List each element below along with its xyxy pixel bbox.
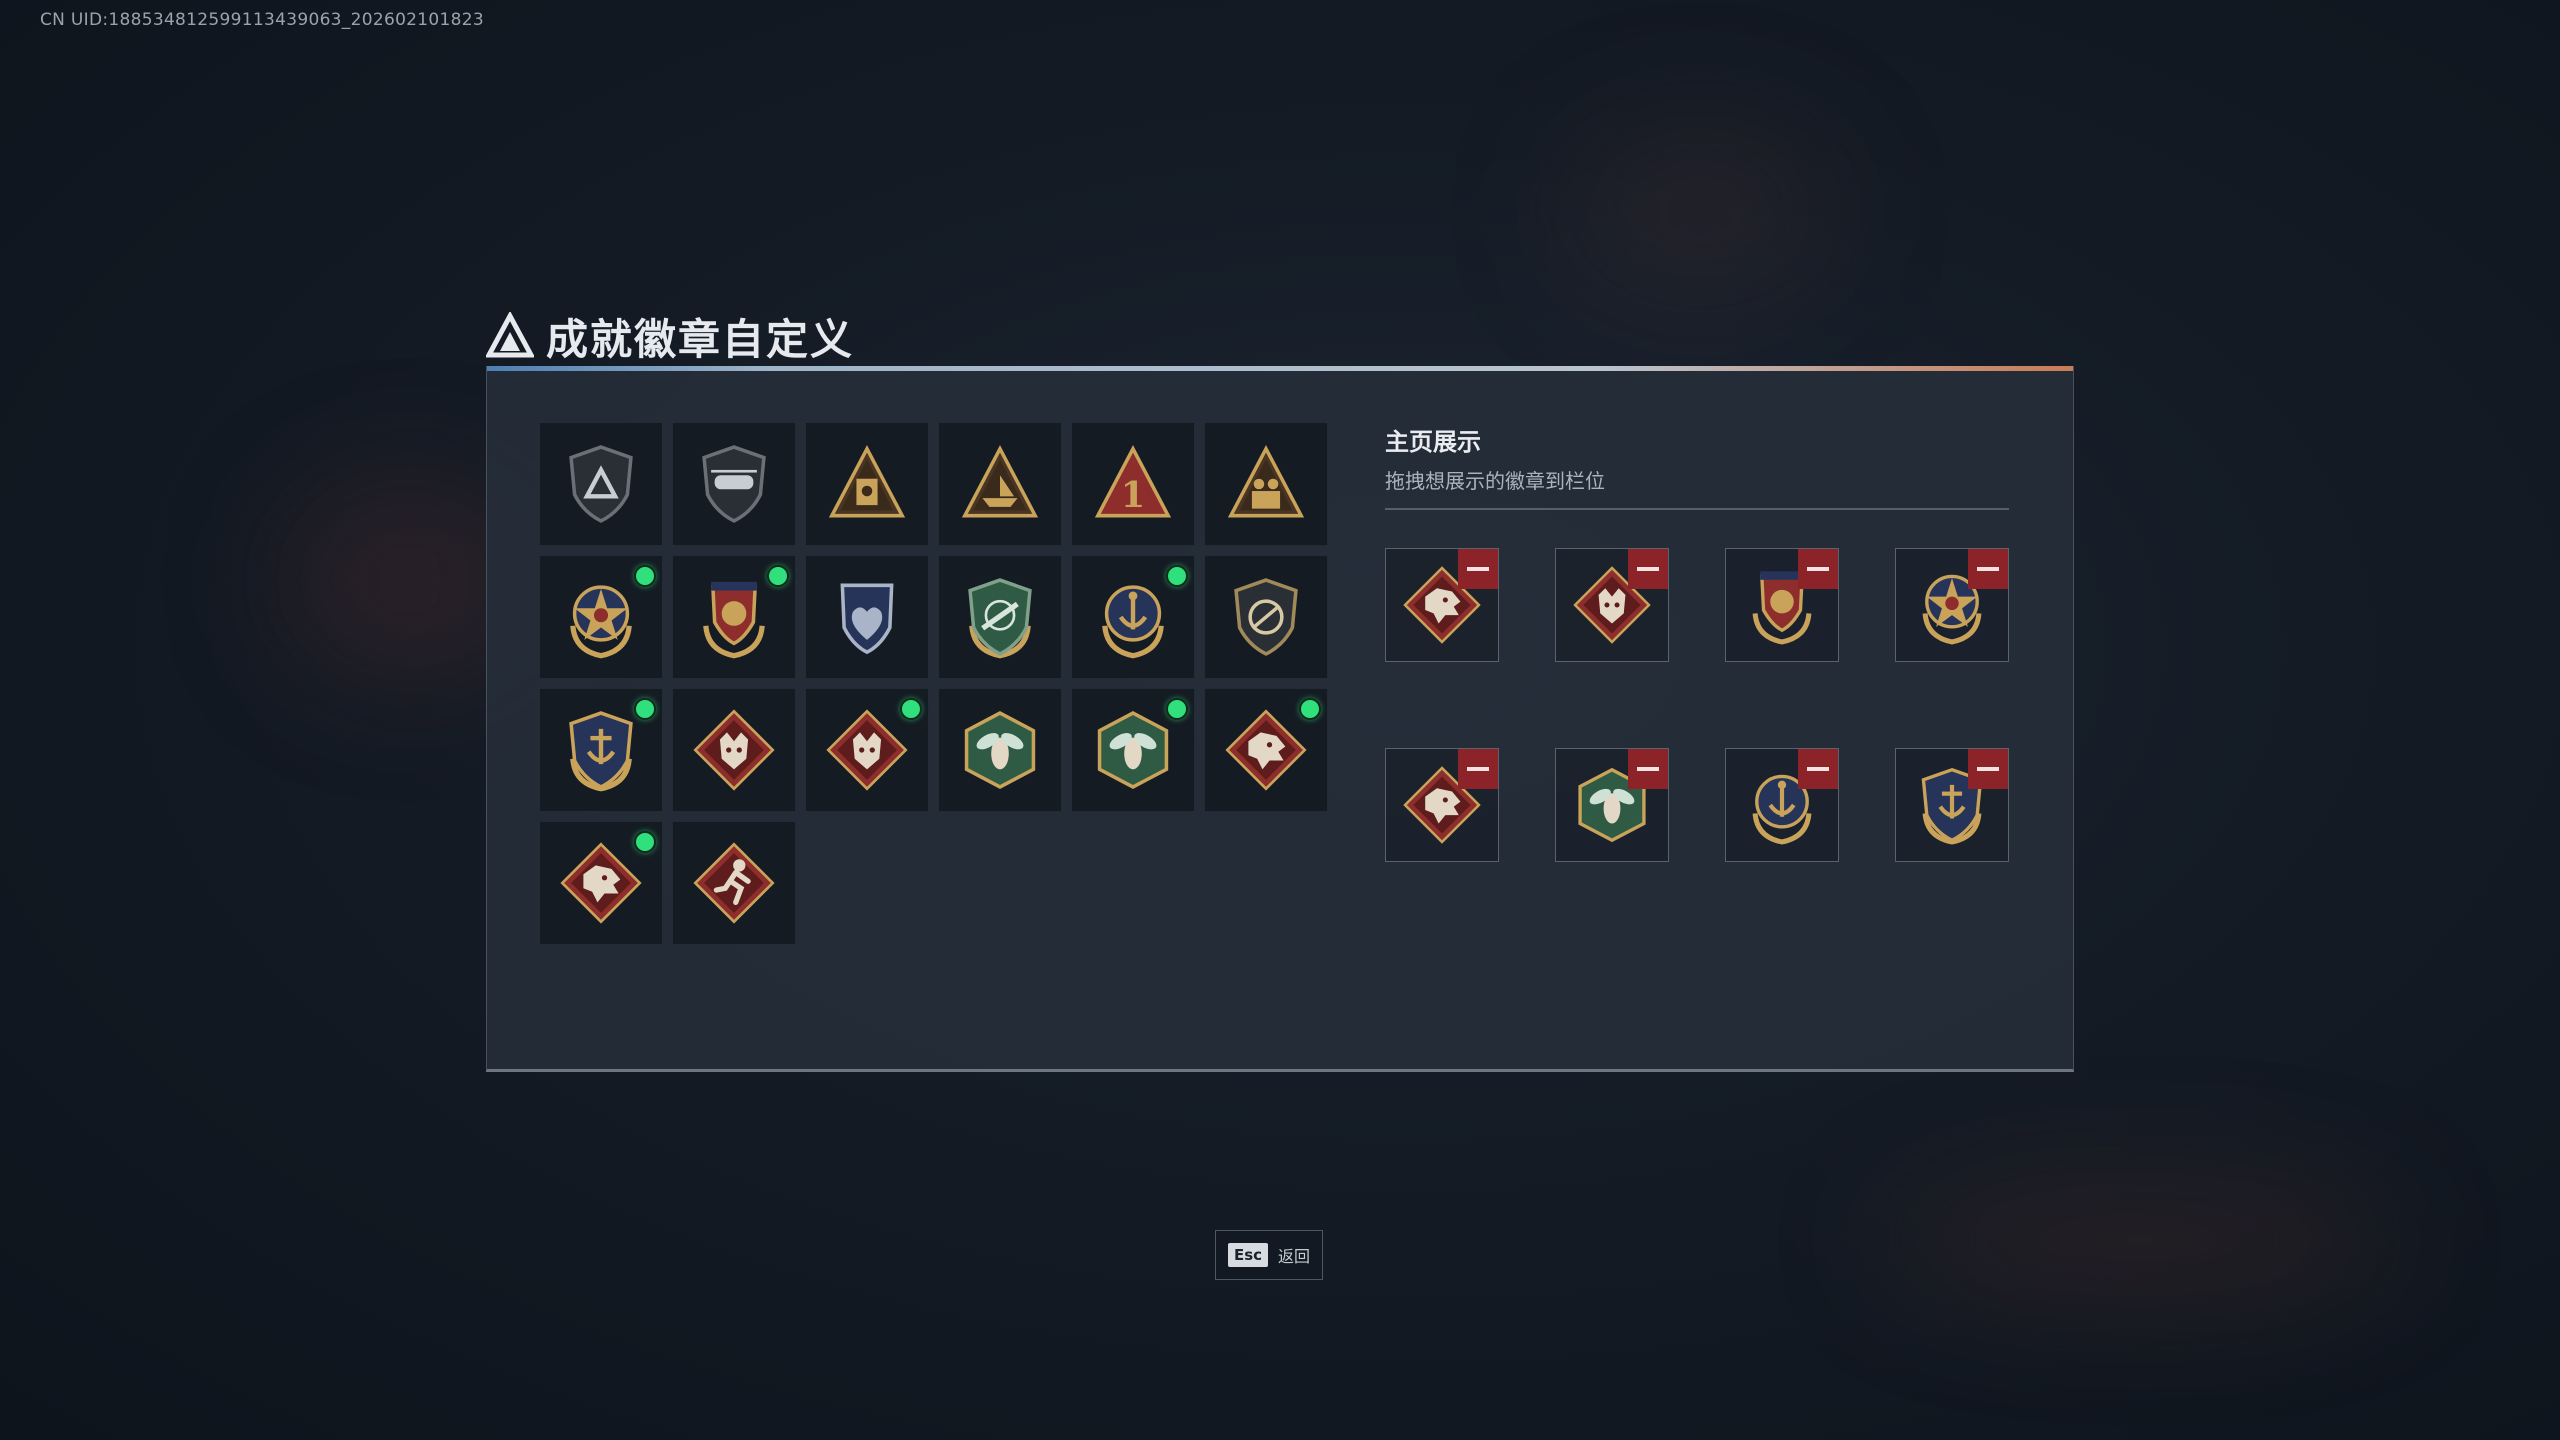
badge-cell[interactable] (1071, 688, 1195, 812)
delta-triangle-icon (486, 312, 534, 358)
crimson-diamond-wolf-badge-icon (826, 709, 908, 791)
background-glow (1560, 120, 1840, 300)
showcase-slot[interactable] (1725, 748, 1839, 862)
badge-cell[interactable] (1071, 555, 1195, 679)
badge-collection-grid: 1 (539, 422, 1328, 945)
panel-accent-bar (487, 366, 2073, 371)
new-badge-indicator (1166, 698, 1188, 720)
badge-cell[interactable] (805, 688, 929, 812)
green-hex-wasp-badge-icon (1097, 711, 1169, 789)
gold-star-compass-badge-icon (570, 585, 632, 659)
badge-cell[interactable] (672, 821, 796, 945)
remove-slot-button[interactable] (1798, 749, 1838, 789)
gold-triangle-soldiers-badge-icon (1227, 445, 1305, 518)
green-shield-rifle-badge-icon (968, 578, 1032, 659)
showcase-slot[interactable] (1895, 548, 2009, 662)
uid-label: CN UID:188534812599113439063_20260210182… (40, 10, 484, 30)
badge-cell[interactable] (539, 555, 663, 679)
remove-slot-button[interactable] (1968, 549, 2008, 589)
new-badge-indicator (634, 565, 656, 587)
badge-cell[interactable] (805, 422, 929, 546)
new-badge-indicator (1166, 565, 1188, 587)
page-title: 成就徽章自定义 (546, 314, 855, 364)
remove-slot-button[interactable] (1458, 549, 1498, 589)
showcase-slot[interactable] (1385, 748, 1499, 862)
dark-shield-sniper-badge-icon (1234, 578, 1298, 656)
badge-cell[interactable] (672, 422, 796, 546)
silver-crest-heart-badge-icon (840, 583, 894, 655)
dark-shield-helicopter-badge-icon (702, 445, 766, 523)
badge-cell[interactable] (672, 688, 796, 812)
new-badge-indicator (1299, 698, 1321, 720)
navy-shield-anchor-badge-icon (1102, 585, 1164, 659)
showcase-subtitle: 拖拽想展示的徽章到栏位 (1385, 469, 1605, 493)
badge-cell[interactable] (1204, 555, 1328, 679)
new-badge-indicator (900, 698, 922, 720)
remove-slot-button[interactable] (1628, 549, 1668, 589)
gold-triangle-ship-badge-icon (961, 445, 1039, 518)
remove-slot-button[interactable] (1968, 749, 2008, 789)
showcase-slots (1385, 548, 2009, 862)
gold-triangle-vault-badge-icon (828, 445, 906, 518)
badge-cell[interactable] (938, 555, 1062, 679)
background-glow (1880, 1180, 2400, 1300)
new-badge-indicator (634, 698, 656, 720)
crimson-diamond-wolf-badge-icon (693, 709, 775, 791)
remove-slot-button[interactable] (1458, 749, 1498, 789)
badge-cell[interactable] (1204, 688, 1328, 812)
new-badge-indicator (767, 565, 789, 587)
homepage-showcase: 主页展示 拖拽想展示的徽章到栏位 (1385, 422, 2009, 862)
showcase-divider (1385, 508, 2009, 510)
remove-slot-button[interactable] (1798, 549, 1838, 589)
showcase-slot[interactable] (1895, 748, 2009, 862)
badge-cell[interactable] (805, 555, 929, 679)
navy-crest-crown-badge-icon (703, 581, 765, 659)
showcase-slot[interactable] (1555, 548, 1669, 662)
green-hex-wasp-badge-icon (964, 711, 1036, 789)
back-label: 返回 (1278, 1247, 1311, 1266)
new-badge-indicator (634, 831, 656, 853)
remove-slot-button[interactable] (1628, 749, 1668, 789)
page-header: 成就徽章自定义 (486, 308, 854, 364)
gold-triangle-number-one-badge-icon: 1 (1094, 445, 1172, 518)
badge-cell[interactable] (539, 422, 663, 546)
crimson-diamond-dragon-badge-icon (560, 842, 642, 924)
badge-cell[interactable] (938, 422, 1062, 546)
showcase-slot[interactable] (1725, 548, 1839, 662)
badge-cell[interactable] (938, 688, 1062, 812)
badge-cell[interactable]: 1 (1071, 422, 1195, 546)
badge-cell[interactable] (539, 688, 663, 812)
crimson-diamond-runner-badge-icon (693, 842, 775, 924)
back-button[interactable]: Esc 返回 (1215, 1230, 1323, 1280)
svg-text:1: 1 (1121, 475, 1145, 516)
showcase-slot[interactable] (1555, 748, 1669, 862)
badge-cell[interactable] (672, 555, 796, 679)
badge-customization-panel: 1 主页展示 拖拽想展示的徽章到栏位 (486, 366, 2074, 1072)
showcase-title: 主页展示 (1385, 428, 1481, 456)
esc-key-icon: Esc (1227, 1243, 1269, 1267)
dark-shield-triangle-badge-icon (569, 445, 633, 523)
badge-cell[interactable] (1204, 422, 1328, 546)
showcase-slot[interactable] (1385, 548, 1499, 662)
badge-cell[interactable] (539, 821, 663, 945)
crimson-diamond-dragon-badge-icon (1225, 709, 1307, 791)
navy-shield-anchor-laurel-badge-icon (569, 711, 633, 792)
